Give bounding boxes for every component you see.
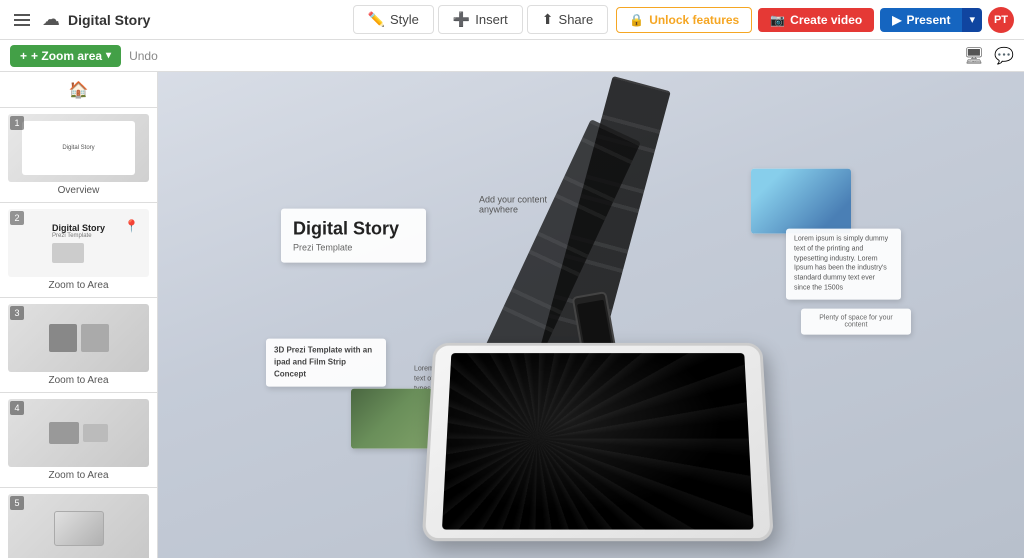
card-photo-top	[751, 169, 851, 234]
slide-num-2: 2	[10, 211, 24, 225]
tablet-body	[422, 343, 774, 541]
present-button[interactable]: ▶ Present	[880, 8, 962, 32]
main-title-subtitle: Prezi Template	[293, 242, 414, 252]
main-layout: 🏠 1 Digital Story Overview 2 📍 Digital S…	[0, 72, 1024, 558]
sidebar: 🏠 1 Digital Story Overview 2 📍 Digital S…	[0, 72, 158, 558]
top-nav: ☁ Digital Story ✏️ Style ➕ Insert ⬆ Shar…	[0, 0, 1024, 40]
nav-center-buttons: ✏️ Style ➕ Insert ⬆ Share	[353, 5, 609, 34]
card-3d-prezi: 3D Prezi Template with an ipad and Film …	[266, 339, 386, 387]
slide-thumb-3: 3	[8, 304, 149, 372]
style-icon: ✏️	[368, 11, 385, 28]
create-video-button[interactable]: 📷 Create video	[758, 8, 874, 32]
zoom-area-button[interactable]: + + Zoom area ▾	[10, 45, 121, 67]
slide-item-2[interactable]: 2 📍 Digital Story Prezi Template Zoom to…	[0, 203, 157, 298]
prezi-main: Digital Story Prezi Template Add your co…	[251, 109, 931, 539]
slide-item-3[interactable]: 3 Zoom to Area	[0, 298, 157, 393]
slide-item-5[interactable]: 5 3D Prezi Template with an ipad and Fil…	[0, 488, 157, 558]
screen-rays	[442, 353, 754, 529]
hamburger-menu[interactable]	[10, 10, 34, 30]
unlock-features-button[interactable]: 🔒 Unlock features	[616, 7, 752, 33]
tablet-screen	[442, 353, 754, 529]
toolbar-icons: 🖥 💬	[964, 46, 1014, 66]
video-icon: 📷	[770, 13, 785, 27]
cloud-icon[interactable]: ☁	[42, 9, 60, 30]
card-main-title[interactable]: Digital Story Prezi Template	[281, 209, 426, 263]
sidebar-home-button[interactable]: 🏠	[0, 72, 157, 108]
main-title-heading: Digital Story	[293, 219, 414, 241]
nav-right: 🔒 Unlock features 📷 Create video ▶ Prese…	[616, 7, 1014, 33]
avatar[interactable]: PT	[988, 7, 1014, 33]
slide-preview-1: Digital Story	[22, 121, 135, 175]
slide-label-4: Zoom to Area	[8, 470, 149, 481]
slide-num-1: 1	[10, 116, 24, 130]
share-icon: ⬆	[542, 11, 554, 28]
slide-num-4: 4	[10, 401, 24, 415]
slide-thumb-2: 2 📍 Digital Story Prezi Template	[8, 209, 149, 277]
slide-thumb-1: 1 Digital Story	[8, 114, 149, 182]
card-plenty: Plenty of space for your content	[801, 309, 911, 335]
slide-num-5: 5	[10, 496, 24, 510]
insert-button[interactable]: ➕ Insert	[438, 5, 523, 34]
slide-num-3: 3	[10, 306, 24, 320]
home-icon: 🏠	[69, 80, 89, 100]
slide-thumb-5: 5	[8, 494, 149, 558]
style-button[interactable]: ✏️ Style	[353, 5, 434, 34]
canvas-area[interactable]: Digital Story Prezi Template Add your co…	[158, 72, 1024, 558]
toolbar: + + Zoom area ▾ Undo 🖥 💬	[0, 40, 1024, 72]
slide-item-4[interactable]: 4 Zoom to Area	[0, 393, 157, 488]
card-add-content: Add your content anywhere	[471, 189, 591, 221]
present-button-group: ▶ Present ▾	[880, 8, 982, 32]
zoom-plus-icon: +	[20, 49, 27, 63]
photo-top-image	[751, 169, 851, 234]
monitor-icon[interactable]: 🖥	[964, 46, 984, 66]
slide-thumb-4: 4	[8, 399, 149, 467]
tablet	[428, 339, 768, 558]
slide-preview-2: Digital Story Prezi Template	[48, 219, 109, 267]
insert-icon: ➕	[453, 11, 470, 28]
card-lorem: Lorem ipsum is simply dummy text of the …	[786, 229, 901, 300]
share-button[interactable]: ⬆ Share	[527, 5, 608, 34]
slide-label-2: Zoom to Area	[8, 280, 149, 291]
chat-icon[interactable]: 💬	[994, 46, 1014, 66]
zoom-arrow-icon: ▾	[106, 50, 111, 61]
slide-label-3: Zoom to Area	[8, 375, 149, 386]
play-icon: ▶	[892, 13, 901, 27]
app-title: Digital Story	[68, 12, 345, 28]
slide-item-1[interactable]: 1 Digital Story Overview	[0, 108, 157, 203]
undo-button[interactable]: Undo	[129, 49, 158, 63]
pin-icon: 📍	[124, 219, 139, 233]
slide-label-1: Overview	[8, 185, 149, 196]
lock-icon: 🔒	[629, 13, 644, 27]
present-dropdown-button[interactable]: ▾	[962, 8, 982, 32]
